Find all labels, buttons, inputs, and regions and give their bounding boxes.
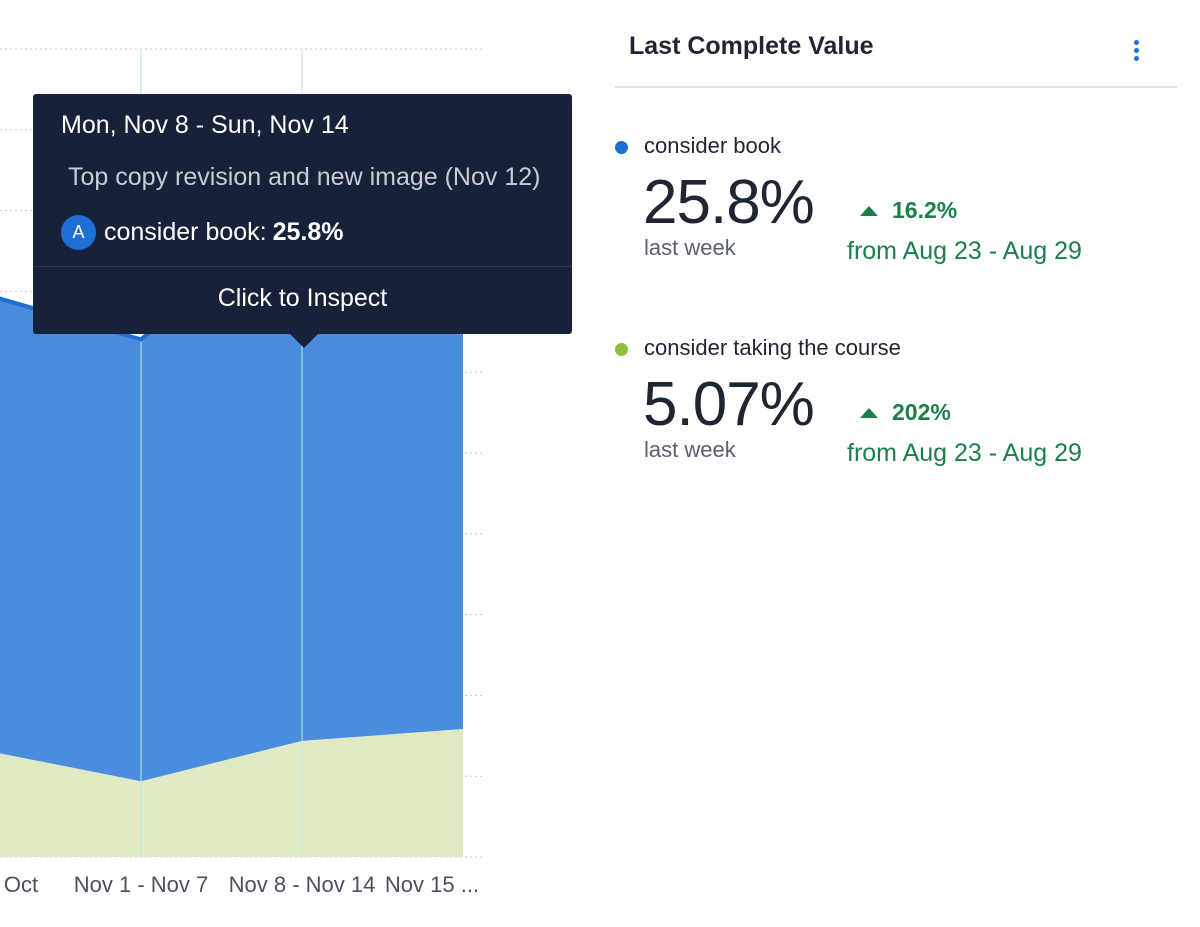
metric-comparison-period: from Aug 23 - Aug 29 [847,439,1082,467]
tooltip-date: Mon, Nov 8 - Sun, Nov 14 [61,111,349,139]
last-complete-value-panel: Last Complete Value consider book 25.8% … [615,0,1177,927]
metric-period: last week [644,235,736,260]
metric-label: consider book [644,133,781,158]
metric-value: 5.07% [643,370,815,439]
x-tick-label: Oct [3,872,39,897]
tooltip-series-value: 25.8% [272,218,344,246]
metric-label: consider taking the course [644,335,901,360]
tooltip-series-label: consider book: [104,218,267,246]
chart-tooltip[interactable]: Mon, Nov 8 - Sun, Nov 14 Top copy revisi… [33,94,572,348]
metric-change: 16.2% [860,197,957,224]
metric-consider-taking-the-course: consider taking the course 5.07% last we… [615,335,1177,515]
series-color-dot [615,141,628,154]
panel-title: Last Complete Value [629,32,874,60]
x-tick-label: Nov 8 - Nov 14 [228,872,376,897]
metric-consider-book: consider book 25.8% last week 16.2% from… [615,133,1177,313]
tooltip-annotation: Top copy revision and new image (Nov 12) [68,163,541,191]
metric-period: last week [644,437,736,462]
x-tick-label: Nov 15 ... [384,872,480,897]
tooltip-series-row: A consider book: 25.8% [61,215,344,250]
metric-change-value: 202% [892,399,951,425]
inspect-button[interactable]: Click to Inspect [33,284,572,313]
up-arrow-icon [860,407,878,418]
metric-change: 202% [860,399,951,426]
series-badge: A [61,215,96,250]
chart-area[interactable]: Oct Nov 1 - Nov 7 Nov 8 - Nov 14 Nov 15 … [0,0,600,927]
more-options-icon[interactable] [1131,40,1141,62]
x-tick-label: Nov 1 - Nov 7 [73,872,209,897]
metric-comparison-period: from Aug 23 - Aug 29 [847,237,1082,265]
metric-value: 25.8% [643,168,815,237]
series-color-dot [615,343,628,356]
up-arrow-icon [860,205,878,216]
tooltip-divider [33,266,572,267]
tooltip-arrow [290,334,318,348]
metric-change-value: 16.2% [892,197,958,223]
panel-divider [615,86,1177,88]
